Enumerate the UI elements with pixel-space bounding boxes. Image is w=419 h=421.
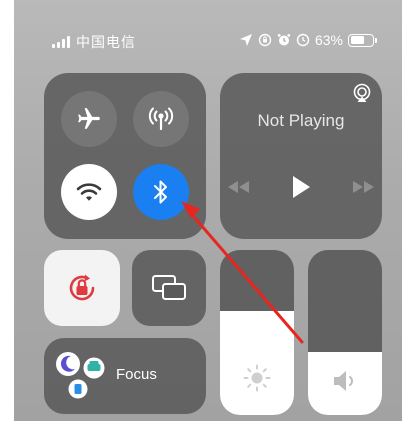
cellular-data-button[interactable] xyxy=(133,91,189,147)
screen-time-icon xyxy=(296,33,310,47)
screen-mirroring-button[interactable] xyxy=(132,250,206,326)
wifi-button[interactable] xyxy=(61,164,117,220)
sun-icon xyxy=(243,364,271,392)
alarm-icon xyxy=(277,34,291,46)
screen-lock-rotation-icon xyxy=(258,33,272,47)
speaker-icon xyxy=(334,371,353,391)
cellular-antenna-icon xyxy=(148,107,174,131)
brightness-slider[interactable] xyxy=(220,250,294,415)
now-playing-title: Not Playing xyxy=(257,111,345,130)
signal-bars-icon xyxy=(52,36,70,48)
screen-mirroring-icon xyxy=(152,275,186,300)
bluetooth-icon xyxy=(154,180,167,204)
control-center: 中国电信 63% Not Playing Focus xyxy=(14,0,402,421)
connectivity-module xyxy=(44,73,206,239)
rewind-icon[interactable] xyxy=(227,180,251,194)
location-arrow-icon xyxy=(239,34,252,46)
battery-icon xyxy=(348,33,377,47)
focus-button[interactable]: Focus xyxy=(44,338,206,414)
status-left: 中国电信 xyxy=(52,32,136,52)
media-controls xyxy=(220,175,382,199)
volume-slider[interactable] xyxy=(308,250,382,415)
airplane-mode-button[interactable] xyxy=(61,91,117,147)
moon-icon xyxy=(56,352,80,376)
airplay-icon[interactable] xyxy=(352,83,372,103)
airplane-icon xyxy=(78,108,100,129)
status-bar: 中国电信 63% xyxy=(14,30,402,54)
status-right: 63% xyxy=(239,32,377,48)
rotation-lock-icon xyxy=(69,274,95,301)
focus-icons xyxy=(56,352,105,399)
wifi-icon xyxy=(76,183,102,201)
car-icon xyxy=(83,357,105,379)
fast-forward-icon[interactable] xyxy=(351,180,375,194)
bluetooth-button[interactable] xyxy=(133,164,189,220)
play-icon[interactable] xyxy=(291,175,311,199)
rotation-lock-button[interactable] xyxy=(44,250,120,326)
person-badge-icon xyxy=(68,379,88,399)
battery-fill xyxy=(350,36,364,44)
focus-label: Focus xyxy=(116,366,157,383)
carrier-name: 中国电信 xyxy=(76,34,136,50)
battery-percent: 63% xyxy=(314,32,343,48)
now-playing-module[interactable]: Not Playing xyxy=(220,73,382,239)
